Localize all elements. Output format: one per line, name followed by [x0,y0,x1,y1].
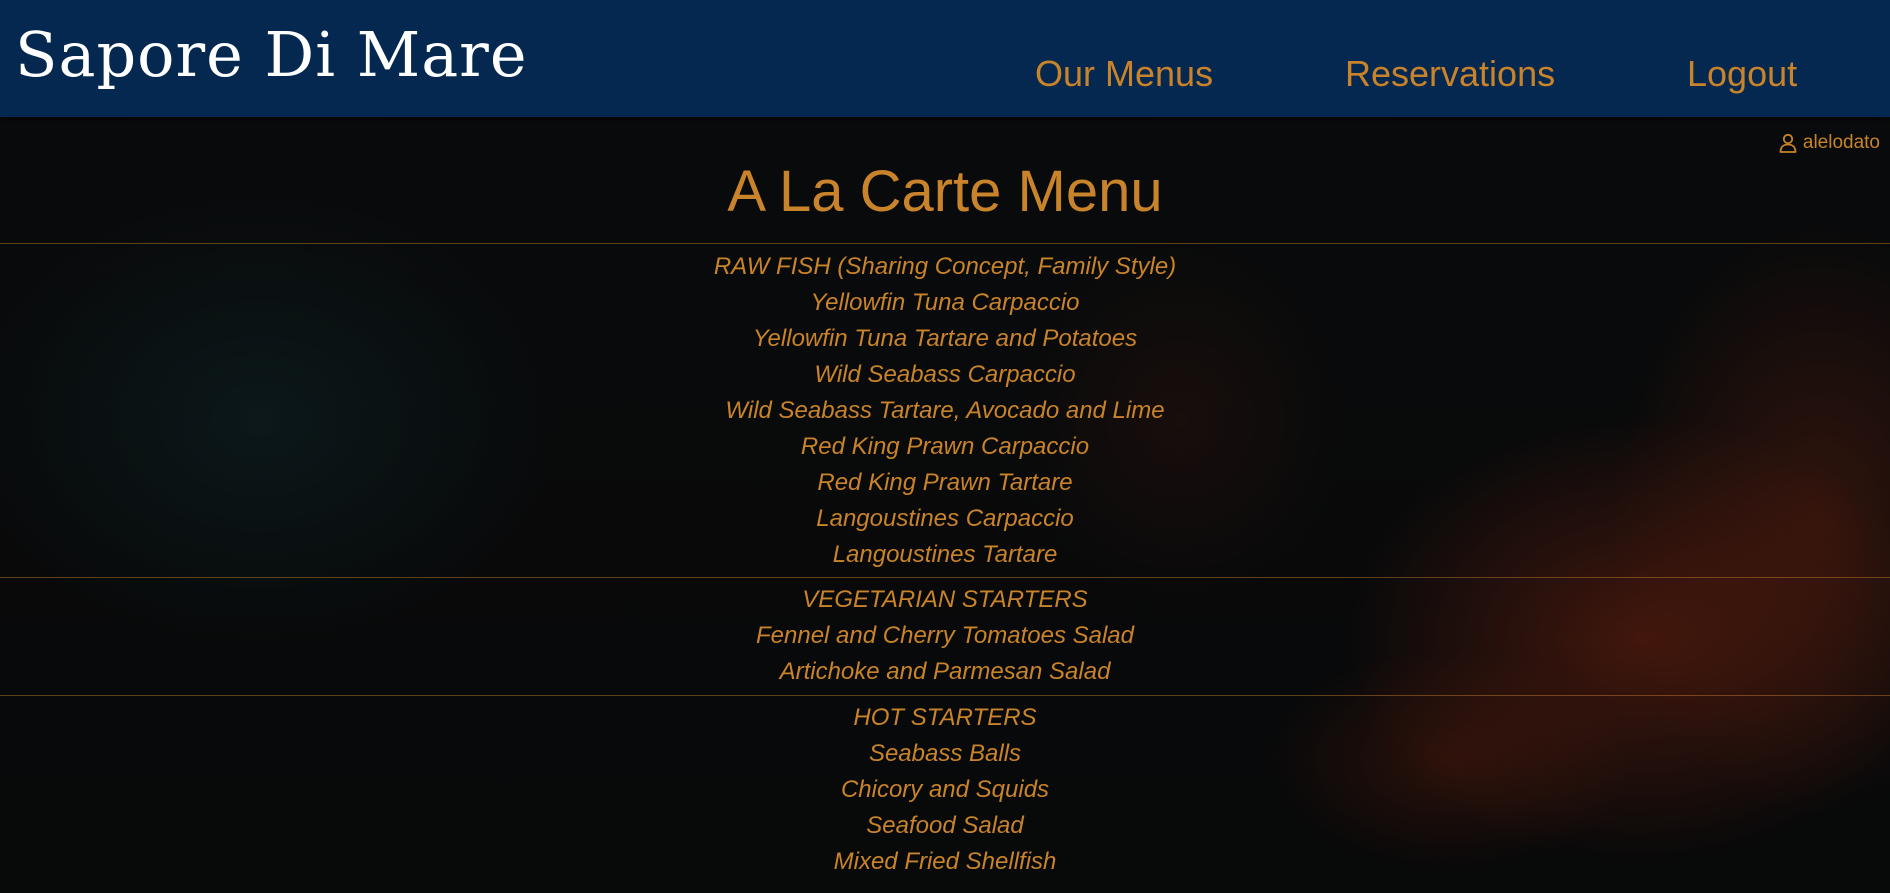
brand-logo[interactable]: Sapore Di Mare [15,14,528,96]
menu-item: Wild Seabass Carpaccio [814,361,1076,388]
section-divider [0,243,1890,244]
menu-item: Wild Seabass Tartare, Avocado and Lime [725,397,1165,424]
menu-item: Fennel and Cherry Tomatoes Salad [756,622,1134,649]
top-navbar: Sapore Di Mare Our Menus Reservations Lo… [0,0,1890,117]
section-divider [0,695,1890,696]
nav-logout[interactable]: Logout [1687,52,1797,96]
menu-section-vegetarian-starters: VEGETARIAN STARTERS Fennel and Cherry To… [0,582,1890,690]
user-icon [1779,133,1797,153]
menu-item: Red King Prawn Carpaccio [800,433,1090,460]
menu-item: Yellowfin Tuna Tartare and Potatoes [752,325,1138,352]
section-heading: RAW FISH (Sharing Concept, Family Style) [713,253,1177,280]
section-heading: HOT STARTERS [853,704,1037,731]
menu-section-hot-starters: HOT STARTERS Seabass Balls Chicory and S… [0,700,1890,880]
section-heading: VEGETARIAN STARTERS [802,586,1088,613]
section-divider [0,577,1890,578]
username: alelodato [1802,132,1880,153]
menu-item: Chicory and Squids [840,776,1050,803]
nav-reservations[interactable]: Reservations [1345,52,1555,96]
menu-item: Seabass Balls [868,740,1022,767]
menu-item: Langoustines Tartare [832,541,1058,568]
nav-our-menus[interactable]: Our Menus [1035,52,1213,96]
menu-content: A La Carte Menu RAW FISH (Sharing Concep… [0,117,1890,893]
page-title: A La Carte Menu [727,159,1163,224]
menu-item: Artichoke and Parmesan Salad [779,658,1111,685]
menu-item: Red King Prawn Tartare [817,469,1073,496]
main-nav: Our Menus Reservations Logout [1000,52,1890,96]
menu-item: Seafood Salad [866,812,1024,839]
current-user: alelodato [1779,132,1880,154]
menu-section-raw-fish: RAW FISH (Sharing Concept, Family Style)… [0,249,1890,573]
menu-item: Langoustines Carpaccio [816,505,1074,532]
menu-item: Yellowfin Tuna Carpaccio [810,289,1080,316]
menu-item: Mixed Fried Shellfish [833,848,1057,875]
